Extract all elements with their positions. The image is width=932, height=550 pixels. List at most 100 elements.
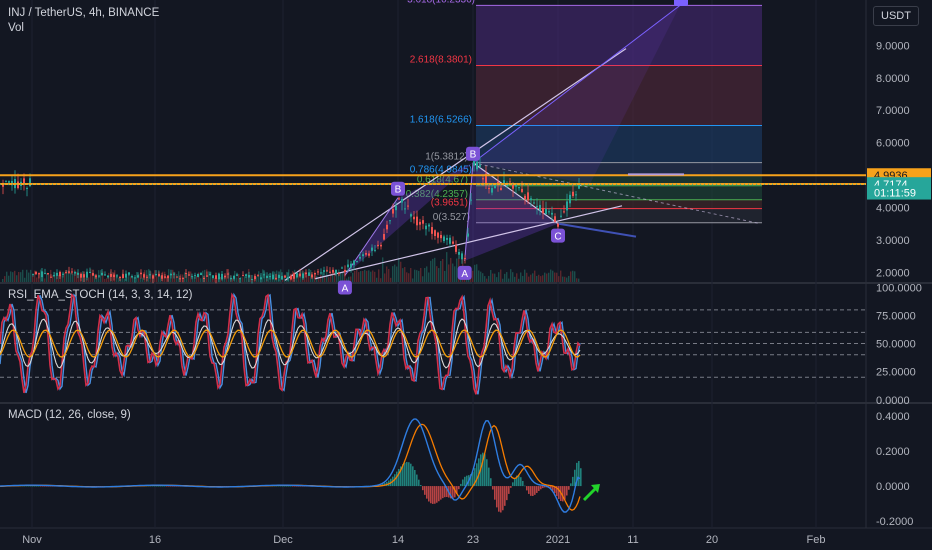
price-badge-label: 01:11:59 — [874, 188, 916, 200]
price-tick-label: 6.0000 — [876, 138, 910, 150]
candle-body — [518, 187, 520, 189]
macd-histogram-bar — [406, 461, 408, 487]
candle-body — [446, 238, 448, 240]
candle-body — [461, 253, 463, 260]
macd-histogram-bar — [38, 486, 40, 487]
volume-bar — [16, 275, 18, 282]
volume-bar — [12, 272, 14, 282]
volume-bar — [416, 270, 418, 282]
volume-bar — [544, 272, 546, 282]
rsi-tick-label: 50.0000 — [876, 339, 916, 351]
volume-bar — [202, 270, 204, 282]
candle-body — [155, 274, 157, 276]
fib-level-label: 2.618(8.3801) — [410, 54, 472, 65]
volume-bar — [546, 273, 548, 282]
macd-histogram-bar — [44, 486, 46, 487]
candle-body — [260, 277, 262, 280]
volume-bar — [414, 269, 416, 282]
macd-histogram-bar — [420, 485, 422, 487]
volume-bar — [382, 257, 384, 282]
candle-body — [140, 272, 142, 275]
volume-bar — [512, 272, 514, 282]
candle-body — [380, 244, 382, 247]
candle-body — [431, 227, 433, 234]
candle-body — [425, 225, 427, 230]
price-tick-label: 2.0000 — [876, 267, 910, 279]
macd-histogram-bar — [510, 486, 512, 488]
macd-histogram-bar — [578, 461, 580, 487]
candle-body — [434, 230, 436, 236]
candle-body — [137, 275, 139, 278]
volume-bar — [434, 257, 436, 282]
candle-body — [98, 275, 100, 277]
candle-body — [548, 211, 550, 213]
candle-body — [74, 271, 76, 274]
candle-body — [392, 209, 394, 214]
fib-level-label: 0(3.527) — [433, 212, 470, 223]
macd-histogram-bar — [404, 462, 406, 487]
macd-histogram-bar — [412, 466, 414, 487]
candle-body — [545, 208, 547, 215]
macd-histogram-bar — [426, 486, 428, 499]
volume-bar — [104, 278, 106, 282]
candle-body — [374, 249, 376, 251]
macd-tick-label: 0.4000 — [876, 411, 910, 423]
rsi-title: RSI_EMA_STOCH (14, 3, 3, 14, 12) — [8, 289, 193, 301]
volume-bar — [436, 266, 438, 282]
volume-bar — [24, 277, 26, 282]
volume-bar — [406, 272, 408, 282]
candle-body — [575, 194, 577, 196]
volume-bar — [36, 277, 38, 282]
volume-bar — [274, 271, 276, 282]
volume-bar — [558, 276, 560, 282]
pattern-point-label: A — [461, 269, 468, 280]
volume-bar — [72, 273, 74, 282]
time-tick-label: 11 — [627, 534, 638, 546]
candle-body — [509, 181, 511, 183]
volume-bar — [480, 271, 482, 282]
time-tick-label: 23 — [467, 534, 479, 546]
candle-body — [428, 224, 430, 227]
volume-bar — [510, 269, 512, 282]
symbol-title: INJ / TetherUS, 4h, BINANCE — [8, 7, 160, 19]
time-tick-label: 16 — [149, 534, 161, 546]
candle-body — [353, 260, 355, 265]
candle-body — [479, 165, 481, 167]
candle-body — [449, 237, 451, 244]
volume-bar — [320, 275, 322, 282]
macd-histogram-bar — [532, 486, 534, 496]
macd-histogram-bar — [440, 486, 442, 500]
candle-body — [386, 224, 388, 230]
candle-body — [107, 275, 109, 278]
macd-histogram-bar — [34, 486, 36, 487]
volume-bar — [318, 278, 320, 282]
volume-bar — [484, 276, 486, 282]
volume-bar — [516, 273, 518, 282]
volume-bar — [394, 264, 396, 282]
candle-body — [344, 269, 346, 273]
candle-body — [68, 271, 70, 273]
candle-body — [38, 273, 40, 275]
volume-bar — [528, 276, 530, 282]
candle-body — [308, 272, 310, 276]
candle-body — [128, 272, 130, 275]
volume-bar — [420, 267, 422, 282]
candle-body — [254, 276, 256, 280]
volume-bar — [88, 277, 90, 282]
volume-bar — [362, 270, 364, 282]
volume-bar — [554, 272, 556, 282]
candle-body — [152, 275, 154, 279]
price-tick-label: 4.0000 — [876, 202, 910, 214]
chart-canvas[interactable]: 3.618(10.2336) 2.618(8.3801) 1.618(6.5266)… — [0, 0, 932, 550]
candle-body — [104, 274, 106, 276]
volume-bar — [372, 270, 374, 282]
macd-histogram-bar — [528, 486, 530, 494]
volume-bar — [398, 257, 400, 282]
volume-bar — [268, 274, 270, 282]
currency-button[interactable]: USDT — [873, 6, 919, 26]
macd-histogram-bar — [408, 462, 410, 487]
macd-histogram-bar — [504, 486, 506, 506]
candle-body — [113, 274, 115, 278]
volume-bar — [8, 275, 10, 282]
volume-bar — [380, 278, 382, 282]
